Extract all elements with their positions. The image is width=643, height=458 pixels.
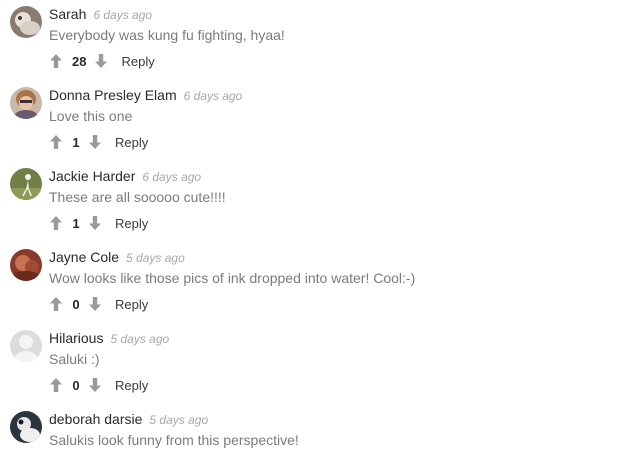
user-photo-avatar-icon (10, 87, 42, 119)
reply-button[interactable]: Reply (115, 135, 148, 150)
avatar[interactable] (10, 411, 42, 443)
avatar[interactable] (10, 249, 42, 281)
comment-author[interactable]: Donna Presley Elam (49, 87, 177, 103)
arrow-up-icon (50, 378, 62, 392)
user-photo-avatar-icon (10, 6, 42, 38)
comment-item: Sarah 6 days ago Everybody was kung fu fi… (10, 6, 630, 84)
comment-item: Jayne Cole 5 days ago Wow looks like thos… (10, 249, 630, 327)
comment-text: Salukis look funny from this perspective… (49, 432, 299, 448)
comment-actions: 1 Reply (50, 132, 148, 152)
arrow-down-icon (89, 378, 101, 392)
comment-actions: 28 Reply (50, 51, 155, 71)
comment-author[interactable]: deborah darsie (49, 411, 142, 427)
downvote-button[interactable] (89, 134, 101, 150)
comment-item: Hilarious 5 days ago Saluki :) 0 Reply (10, 330, 630, 408)
default-avatar-icon (10, 330, 42, 362)
comment-text: Everybody was kung fu fighting, hyaa! (49, 27, 285, 43)
comment-item: deborah darsie 5 days ago Salukis look fu… (10, 411, 630, 458)
comment-actions: 1 Reply (50, 213, 148, 233)
comment-timestamp[interactable]: 5 days ago (126, 251, 185, 265)
comment-actions: 0 Reply (50, 375, 148, 395)
downvote-button[interactable] (89, 296, 101, 312)
user-photo-avatar-icon (10, 168, 42, 200)
upvote-button[interactable] (50, 134, 62, 150)
user-photo-avatar-icon (10, 411, 42, 443)
comment-text: Saluki :) (49, 351, 100, 367)
comment-text: Love this one (49, 108, 133, 124)
arrow-up-icon (50, 135, 62, 149)
upvote-button[interactable] (50, 377, 62, 393)
comment-author[interactable]: Jayne Cole (49, 249, 119, 265)
downvote-button[interactable] (95, 53, 108, 69)
reply-button[interactable]: Reply (115, 297, 148, 312)
avatar[interactable] (10, 330, 42, 362)
vote-count: 1 (72, 134, 80, 150)
comment-actions: 0 Reply (50, 294, 148, 314)
comment-text: Wow looks like those pics of ink dropped… (49, 270, 416, 286)
vote-count: 28 (72, 53, 87, 69)
avatar[interactable] (10, 168, 42, 200)
comment-timestamp[interactable]: 6 days ago (142, 170, 201, 184)
arrow-up-icon (50, 54, 62, 68)
arrow-down-icon (95, 54, 108, 68)
reply-button[interactable]: Reply (115, 216, 148, 231)
comment-timestamp[interactable]: 6 days ago (93, 8, 152, 22)
vote-count: 0 (72, 296, 80, 312)
comment-author[interactable]: Sarah (49, 6, 86, 22)
reply-button[interactable]: Reply (115, 378, 148, 393)
comment-timestamp[interactable]: 5 days ago (110, 332, 169, 346)
arrow-down-icon (89, 135, 101, 149)
downvote-button[interactable] (89, 215, 101, 231)
upvote-button[interactable] (50, 215, 62, 231)
reply-button[interactable]: Reply (121, 54, 154, 69)
arrow-up-icon (50, 216, 62, 230)
user-photo-avatar-icon (10, 249, 42, 281)
comment-timestamp[interactable]: 5 days ago (149, 413, 208, 427)
arrow-down-icon (89, 297, 101, 311)
arrow-down-icon (89, 216, 101, 230)
comment-item: Donna Presley Elam 6 days ago Love this o… (10, 87, 630, 165)
comment-item: Jackie Harder 6 days ago These are all so… (10, 168, 630, 246)
comment-timestamp[interactable]: 6 days ago (184, 89, 243, 103)
vote-count: 0 (72, 377, 80, 393)
downvote-button[interactable] (89, 377, 101, 393)
arrow-up-icon (50, 297, 62, 311)
upvote-button[interactable] (50, 53, 62, 69)
comment-author[interactable]: Hilarious (49, 330, 103, 346)
avatar[interactable] (10, 6, 42, 38)
upvote-button[interactable] (50, 296, 62, 312)
comment-text: These are all sooooo cute!!!! (49, 189, 226, 205)
avatar[interactable] (10, 87, 42, 119)
comment-author[interactable]: Jackie Harder (49, 168, 135, 184)
vote-count: 1 (72, 215, 80, 231)
